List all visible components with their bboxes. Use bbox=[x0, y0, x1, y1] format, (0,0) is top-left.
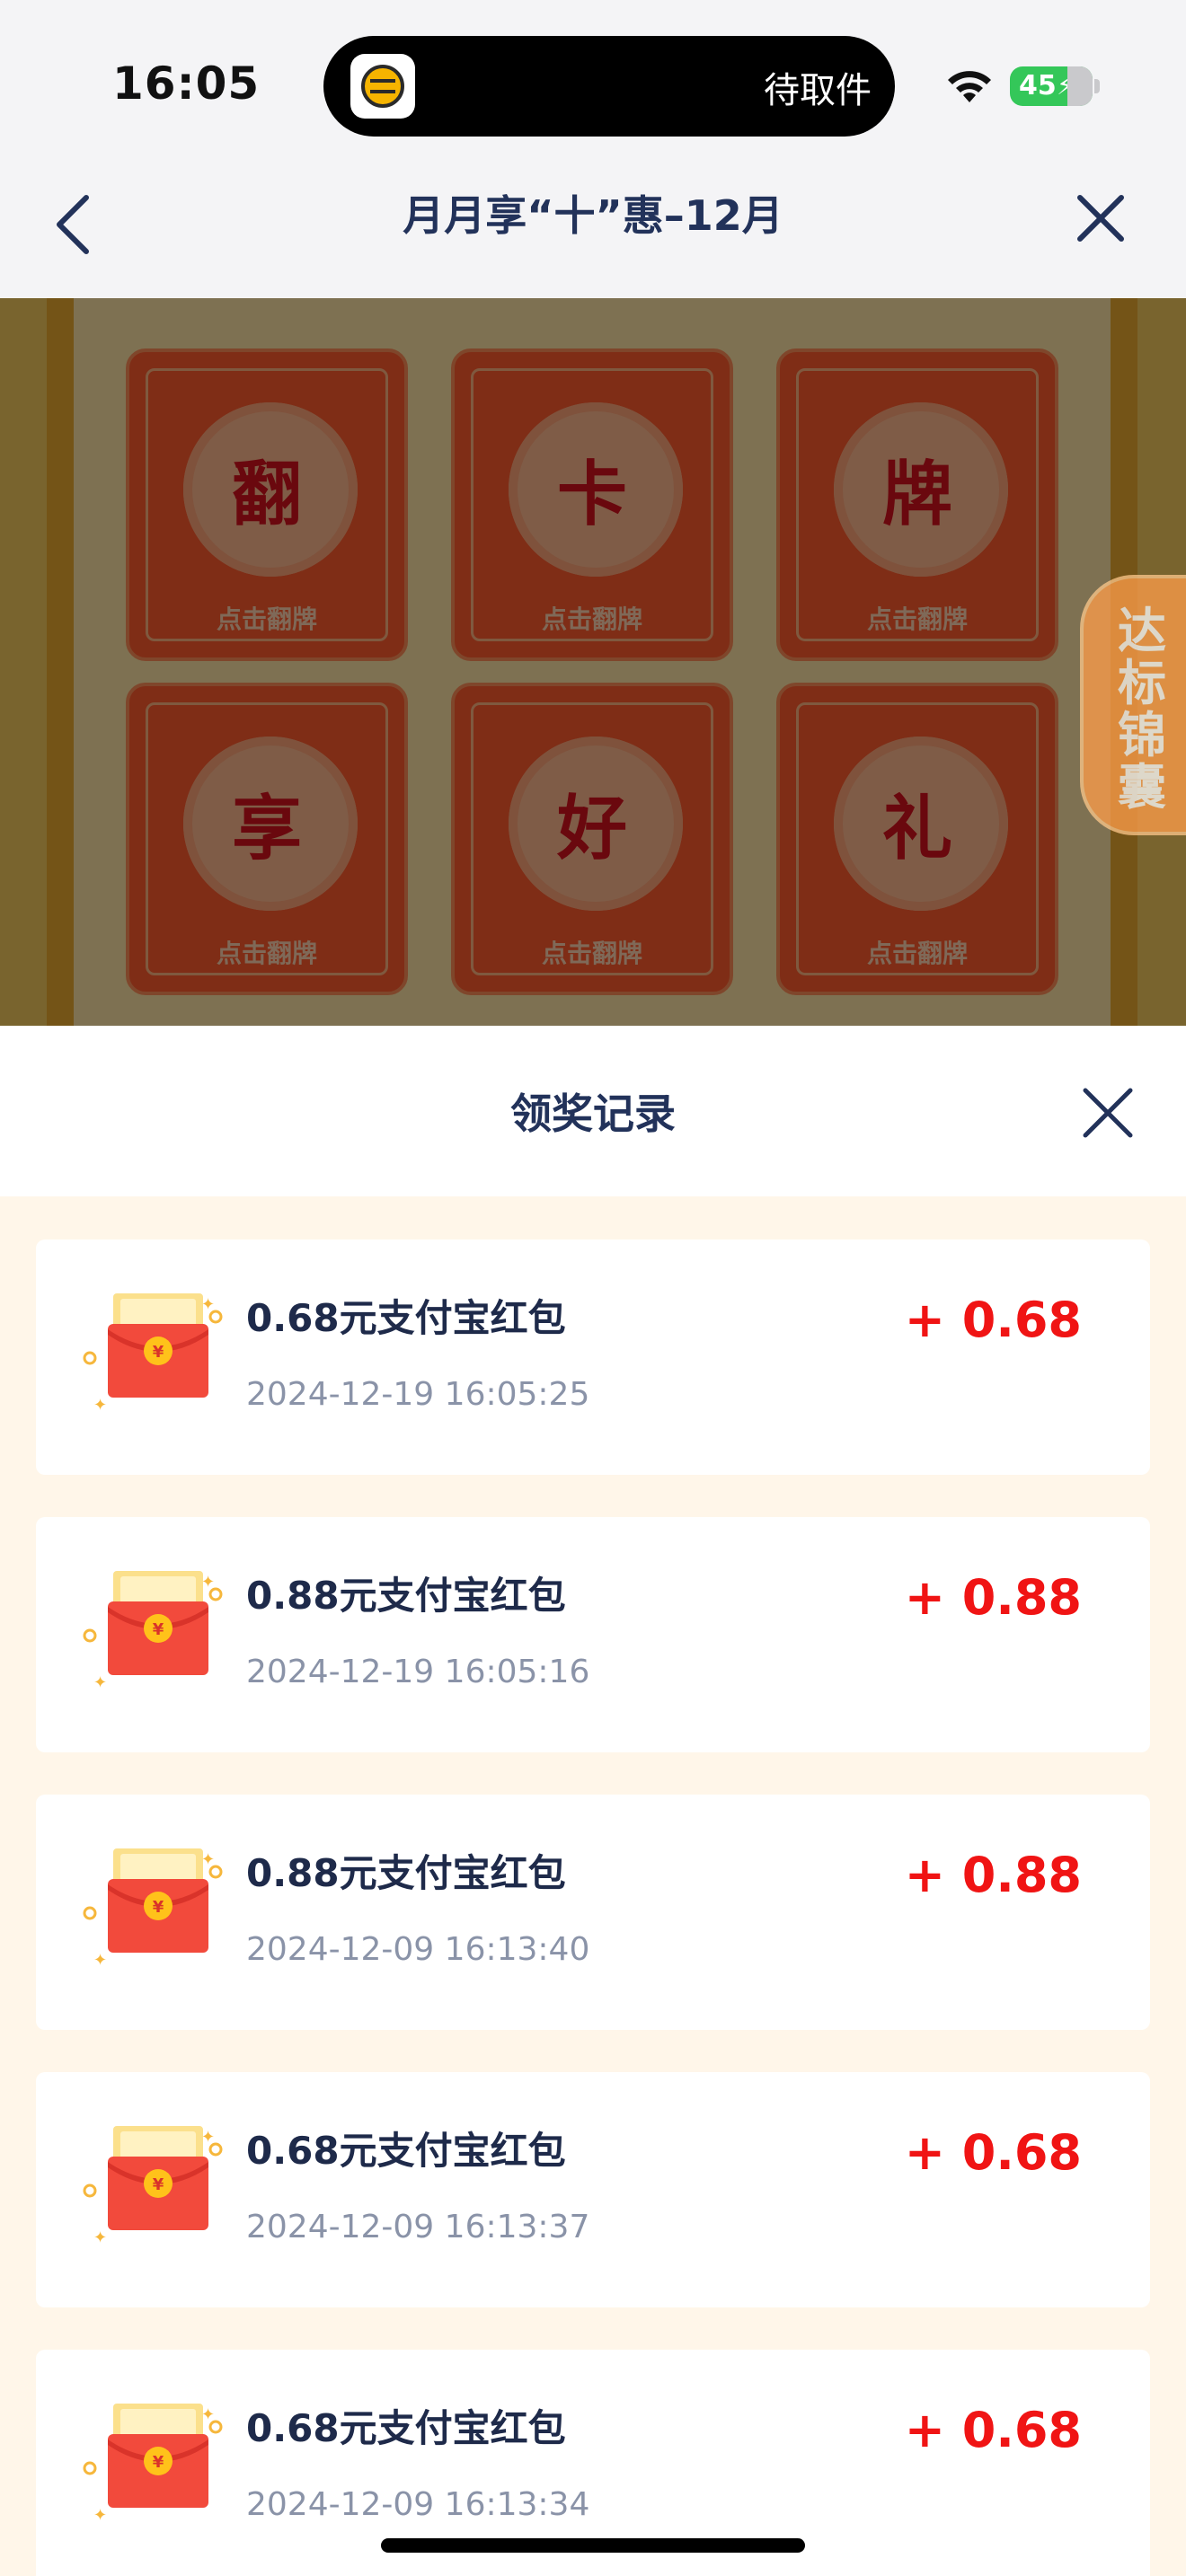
record-time: 2024-12-09 16:13:40 bbox=[246, 1931, 590, 1968]
record-time: 2024-12-09 16:13:34 bbox=[246, 2486, 590, 2523]
close-icon[interactable] bbox=[1078, 1083, 1137, 1142]
record-amount: + 0.68 bbox=[904, 2124, 1082, 2181]
red-envelope-icon: ✦ ✦ ¥ bbox=[83, 2404, 223, 2525]
svg-text:✦: ✦ bbox=[201, 2128, 215, 2147]
record-time: 2024-12-19 16:05:16 bbox=[246, 1654, 590, 1690]
svg-text:✦: ✦ bbox=[201, 2405, 215, 2424]
dynamic-island[interactable]: 待取件 bbox=[323, 36, 895, 137]
svg-text:✦: ✦ bbox=[201, 1573, 215, 1592]
svg-text:¥: ¥ bbox=[153, 1898, 164, 1917]
svg-text:✦: ✦ bbox=[93, 2506, 107, 2525]
record-amount: + 0.68 bbox=[904, 1292, 1082, 1348]
island-text: 待取件 bbox=[764, 70, 872, 111]
modal-backdrop[interactable] bbox=[0, 298, 1186, 1026]
nav-bar: 月月享“十”惠–12月 bbox=[0, 171, 1186, 298]
flip-card-game: 翻 点击翻牌 卡 点击翻牌 牌 点击翻牌 享 点击翻牌 好 点击翻牌 礼 点击翻… bbox=[0, 298, 1186, 1026]
record-item: ✦ ✦ ¥ 0.68元支付宝红包 2024-12-19 16:05:25 + 0… bbox=[36, 1239, 1150, 1475]
battery-level: 45 bbox=[1019, 70, 1057, 101]
record-title: 0.68元支付宝红包 bbox=[246, 2406, 566, 2450]
wifi-icon bbox=[948, 71, 991, 102]
svg-text:¥: ¥ bbox=[153, 2175, 164, 2194]
tips-side-tab[interactable]: 达标锦囊 bbox=[1080, 575, 1186, 835]
record-amount: + 0.88 bbox=[904, 1569, 1082, 1626]
svg-text:¥: ¥ bbox=[153, 2453, 164, 2472]
svg-text:✦: ✦ bbox=[201, 1850, 215, 1869]
svg-text:✦: ✦ bbox=[93, 1396, 107, 1415]
svg-text:✦: ✦ bbox=[201, 1295, 215, 1314]
record-item: ✦ ✦ ¥ 0.88元支付宝红包 2024-12-19 16:05:16 + 0… bbox=[36, 1517, 1150, 1752]
red-envelope-icon: ✦ ✦ ¥ bbox=[83, 2126, 223, 2247]
record-amount: + 0.88 bbox=[904, 1847, 1082, 1903]
sheet-header: 领奖记录 bbox=[0, 1026, 1186, 1196]
package-app-icon bbox=[350, 54, 415, 119]
reward-records-sheet: 领奖记录 ✦ ✦ ¥ 0.68元支付宝红包 2024-12-19 16:05:2… bbox=[0, 1026, 1186, 2576]
svg-text:✦: ✦ bbox=[93, 2228, 107, 2247]
svg-text:¥: ¥ bbox=[153, 1620, 164, 1639]
red-envelope-icon: ✦ ✦ ¥ bbox=[83, 1293, 223, 1415]
status-bar: 16:05 待取件 45 ⚡ bbox=[0, 0, 1186, 171]
record-amount: + 0.68 bbox=[904, 2402, 1082, 2458]
battery-icon: 45 ⚡ bbox=[1010, 66, 1093, 106]
red-envelope-icon: ✦ ✦ ¥ bbox=[83, 1571, 223, 1692]
record-time: 2024-12-09 16:13:37 bbox=[246, 2209, 590, 2245]
svg-text:✦: ✦ bbox=[93, 1673, 107, 1692]
record-title: 0.88元支付宝红包 bbox=[246, 1574, 566, 1618]
side-tab-label: 达标锦囊 bbox=[1118, 603, 1166, 816]
home-indicator[interactable] bbox=[381, 2538, 805, 2553]
red-envelope-icon: ✦ ✦ ¥ bbox=[83, 1848, 223, 1970]
record-time: 2024-12-19 16:05:25 bbox=[246, 1376, 590, 1413]
close-icon[interactable] bbox=[1069, 187, 1132, 250]
svg-text:¥: ¥ bbox=[153, 1343, 164, 1362]
record-title: 0.68元支付宝红包 bbox=[246, 2129, 566, 2173]
record-title: 0.68元支付宝红包 bbox=[246, 1296, 566, 1340]
record-item: ✦ ✦ ¥ 0.88元支付宝红包 2024-12-09 16:13:40 + 0… bbox=[36, 1795, 1150, 2030]
page-title: 月月享“十”惠–12月 bbox=[403, 191, 783, 240]
status-time: 16:05 bbox=[112, 57, 261, 110]
record-item: ✦ ✦ ¥ 0.68元支付宝红包 2024-12-09 16:13:37 + 0… bbox=[36, 2072, 1150, 2307]
svg-text:✦: ✦ bbox=[93, 1951, 107, 1970]
battery-cap bbox=[1094, 79, 1100, 93]
sheet-title: 领奖记录 bbox=[510, 1090, 676, 1138]
record-title: 0.88元支付宝红包 bbox=[246, 1851, 566, 1895]
